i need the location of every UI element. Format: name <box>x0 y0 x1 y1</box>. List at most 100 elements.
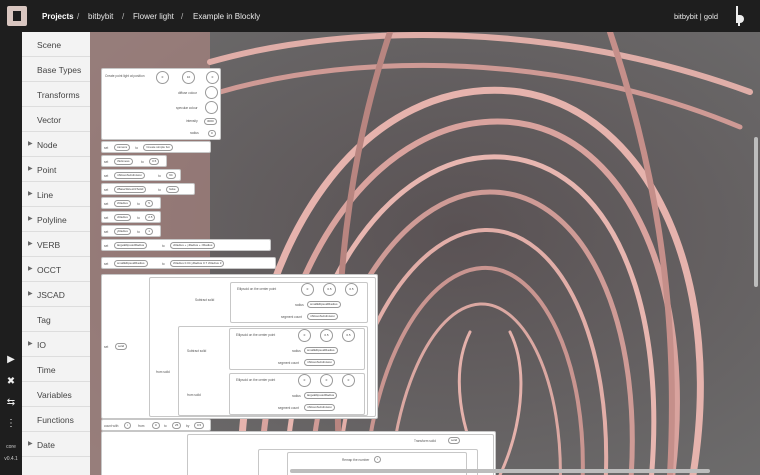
remap-value[interactable]: i <box>374 456 381 463</box>
coord-z[interactable]: 0 <box>206 71 219 84</box>
toolbox-category-variables[interactable]: Variables <box>22 382 90 407</box>
count-to[interactable]: 25 <box>172 422 182 429</box>
ellipsoid-block-1[interactable]: Ellipsoid on the center point 0 0.5 0.5 … <box>230 282 368 323</box>
workspace[interactable]: Create point light at position 0 10 0 di… <box>90 32 760 475</box>
coord-y[interactable]: 0 <box>320 374 333 387</box>
subtract-inner-block[interactable]: Subtract solid Ellipsoid on the center p… <box>178 326 368 416</box>
variable-value[interactable]: xRadius + yRadius + zRadius <box>170 242 216 249</box>
set-variable-block[interactable]: set thickness to 0.5 <box>101 155 167 167</box>
set-variable-block[interactable]: set yRadius to 1 <box>101 225 161 237</box>
variable-value[interactable]: 1 <box>145 228 153 235</box>
breadcrumb-example[interactable]: Example in Blockly <box>193 12 260 21</box>
toolbox-category-tag[interactable]: Tag <box>22 307 90 332</box>
coord-z[interactable]: 0 <box>342 374 355 387</box>
variable-value[interactable]: Create simple fun <box>143 144 173 151</box>
segment-var[interactable]: nSlicesSubdivision <box>307 313 339 320</box>
toolbox-category-base-types[interactable]: Base Types <box>22 57 90 82</box>
breadcrumb-flower-light[interactable]: Flower light <box>133 12 174 21</box>
more-icon[interactable]: ⋮ <box>5 418 17 430</box>
toolbox-category-verb[interactable]: ▶ VERB <box>22 232 90 257</box>
variable-name[interactable]: zBaseSlicesOrSolid <box>114 186 147 193</box>
variable-value[interactable]: zRadius 0.04 yRadius 0.7 zRadius 3 <box>170 260 225 267</box>
specular-colour-swatch[interactable] <box>205 101 218 114</box>
swap-icon[interactable]: ⇆ <box>5 397 17 409</box>
coord-y[interactable]: 0.5 <box>320 329 333 342</box>
coord-y[interactable]: 10 <box>182 71 195 84</box>
tools-icon[interactable]: ✖ <box>5 376 17 388</box>
radius-var[interactable]: largeEllipsoidRadius <box>304 392 338 399</box>
set-variable-block[interactable]: set zRadius to 5 <box>101 197 161 209</box>
breadcrumb-bitbybit[interactable]: bitbybit <box>88 12 113 21</box>
app-logo-icon[interactable] <box>7 6 27 26</box>
count-var[interactable]: i <box>124 422 131 429</box>
set-variable-block[interactable]: set zBaseSlicesOrSolid to false <box>101 183 195 195</box>
coord-x[interactable]: 0 <box>298 329 311 342</box>
variable-name[interactable]: nSlicesSubdivision <box>114 172 146 179</box>
solid-var[interactable]: solid <box>115 343 128 350</box>
segment-var[interactable]: nSlicesSubdivision <box>304 404 336 411</box>
variable-name[interactable]: yRadius <box>114 228 131 235</box>
coord-x[interactable]: 0 <box>301 283 314 296</box>
variable-name[interactable]: xRadius <box>114 214 131 221</box>
variable-value[interactable]: false <box>166 186 179 193</box>
coord-z[interactable]: 0.5 <box>342 329 355 342</box>
set-variable-block[interactable]: set xRadius to 2.5 <box>101 211 161 223</box>
segment-var[interactable]: nSlicesSubdivision <box>304 359 336 366</box>
count-with-block[interactable]: count with i from 0 to 25 by 0.5 <box>101 419 211 431</box>
toolbox-category-time[interactable]: Time <box>22 357 90 382</box>
vertical-scrollbar[interactable] <box>754 137 758 287</box>
toolbox-category-functions[interactable]: Functions <box>22 407 90 432</box>
toolbox-category-vector[interactable]: Vector <box>22 107 90 132</box>
to-label: to <box>141 160 144 164</box>
set-variable-block[interactable]: set smallEllipsoidRadius to zRadius 0.04 yR… <box>101 257 276 269</box>
toolbox-category-scene[interactable]: Scene <box>22 32 90 57</box>
variable-value[interactable]: 5 <box>145 200 153 207</box>
point-light-block[interactable]: Create point light at position 0 10 0 di… <box>101 68 221 140</box>
radius-var[interactable]: smallEllipsoidRadius <box>307 301 341 308</box>
ellipsoid-block-2[interactable]: Ellipsoid on the center point 0 0.5 0.5 … <box>229 328 365 370</box>
variable-name[interactable]: largeEllipsoidRadius <box>114 242 148 249</box>
core-label: core <box>6 444 16 450</box>
transform-var[interactable]: solid <box>448 437 461 444</box>
variable-name[interactable]: zRadius <box>114 200 131 207</box>
coord-x[interactable]: 0 <box>298 374 311 387</box>
toolbox-category-occt[interactable]: ▶ OCCT <box>22 257 90 282</box>
play-icon[interactable]: ▶ <box>5 354 17 366</box>
toolbox-category-io[interactable]: ▶ IO <box>22 332 90 357</box>
coord-y[interactable]: 0.5 <box>323 283 336 296</box>
toolbox-category-line[interactable]: ▶ Line <box>22 182 90 207</box>
count-by[interactable]: 0.5 <box>194 422 205 429</box>
toolbox-category-node[interactable]: ▶ Node <box>22 132 90 157</box>
coord-z[interactable]: 0.5 <box>345 283 358 296</box>
user-label[interactable]: bitbybit | gold <box>674 12 718 21</box>
set-label: set <box>104 188 109 192</box>
ellipsoid-title: Ellipsoid on the center point <box>236 333 276 337</box>
intensity-value[interactable]: 3000 <box>204 118 217 125</box>
toolbox-category-polyline[interactable]: ▶ Polyline <box>22 207 90 232</box>
by-label: by <box>186 424 190 428</box>
radius-var[interactable]: smallEllipsoidRadius <box>304 347 338 354</box>
set-variable-block[interactable]: set camera to Create simple fun <box>101 141 211 153</box>
variable-name[interactable]: smallEllipsoidRadius <box>114 260 148 267</box>
radius-value[interactable]: 0 <box>208 130 216 137</box>
subtract-outer-block[interactable]: Subtract solid Ellipsoid on the center p… <box>149 277 376 417</box>
variable-value[interactable]: 64 <box>166 172 176 179</box>
set-variable-block[interactable]: set nSlicesSubdivision to 64 <box>101 169 181 181</box>
variable-value[interactable]: 2.5 <box>145 214 156 221</box>
toolbox-category-point[interactable]: ▶ Point <box>22 157 90 182</box>
category-label: Node <box>37 140 58 150</box>
diffuse-colour-swatch[interactable] <box>205 86 218 99</box>
horizontal-scrollbar[interactable] <box>290 469 710 473</box>
variable-name[interactable]: camera <box>114 144 131 151</box>
ellipsoid-block-3[interactable]: Ellipsoid on the center point 0 0 0 radi… <box>229 373 365 415</box>
count-from[interactable]: 0 <box>152 422 160 429</box>
toolbox-category-date[interactable]: ▶ Date <box>22 432 90 457</box>
coord-x[interactable]: 0 <box>156 71 169 84</box>
toolbox-category-jscad[interactable]: ▶ JSCAD <box>22 282 90 307</box>
set-variable-block[interactable]: set largeEllipsoidRadius to xRadius + yRadi… <box>101 239 271 251</box>
variable-value[interactable]: 0.5 <box>149 158 160 165</box>
toolbox-category-transforms[interactable]: Transforms <box>22 82 90 107</box>
set-solid-block[interactable]: set solid Subtract solid Ellipsoid on th… <box>101 274 378 419</box>
variable-name[interactable]: thickness <box>114 158 133 165</box>
breadcrumb-projects[interactable]: Projects <box>42 12 74 21</box>
